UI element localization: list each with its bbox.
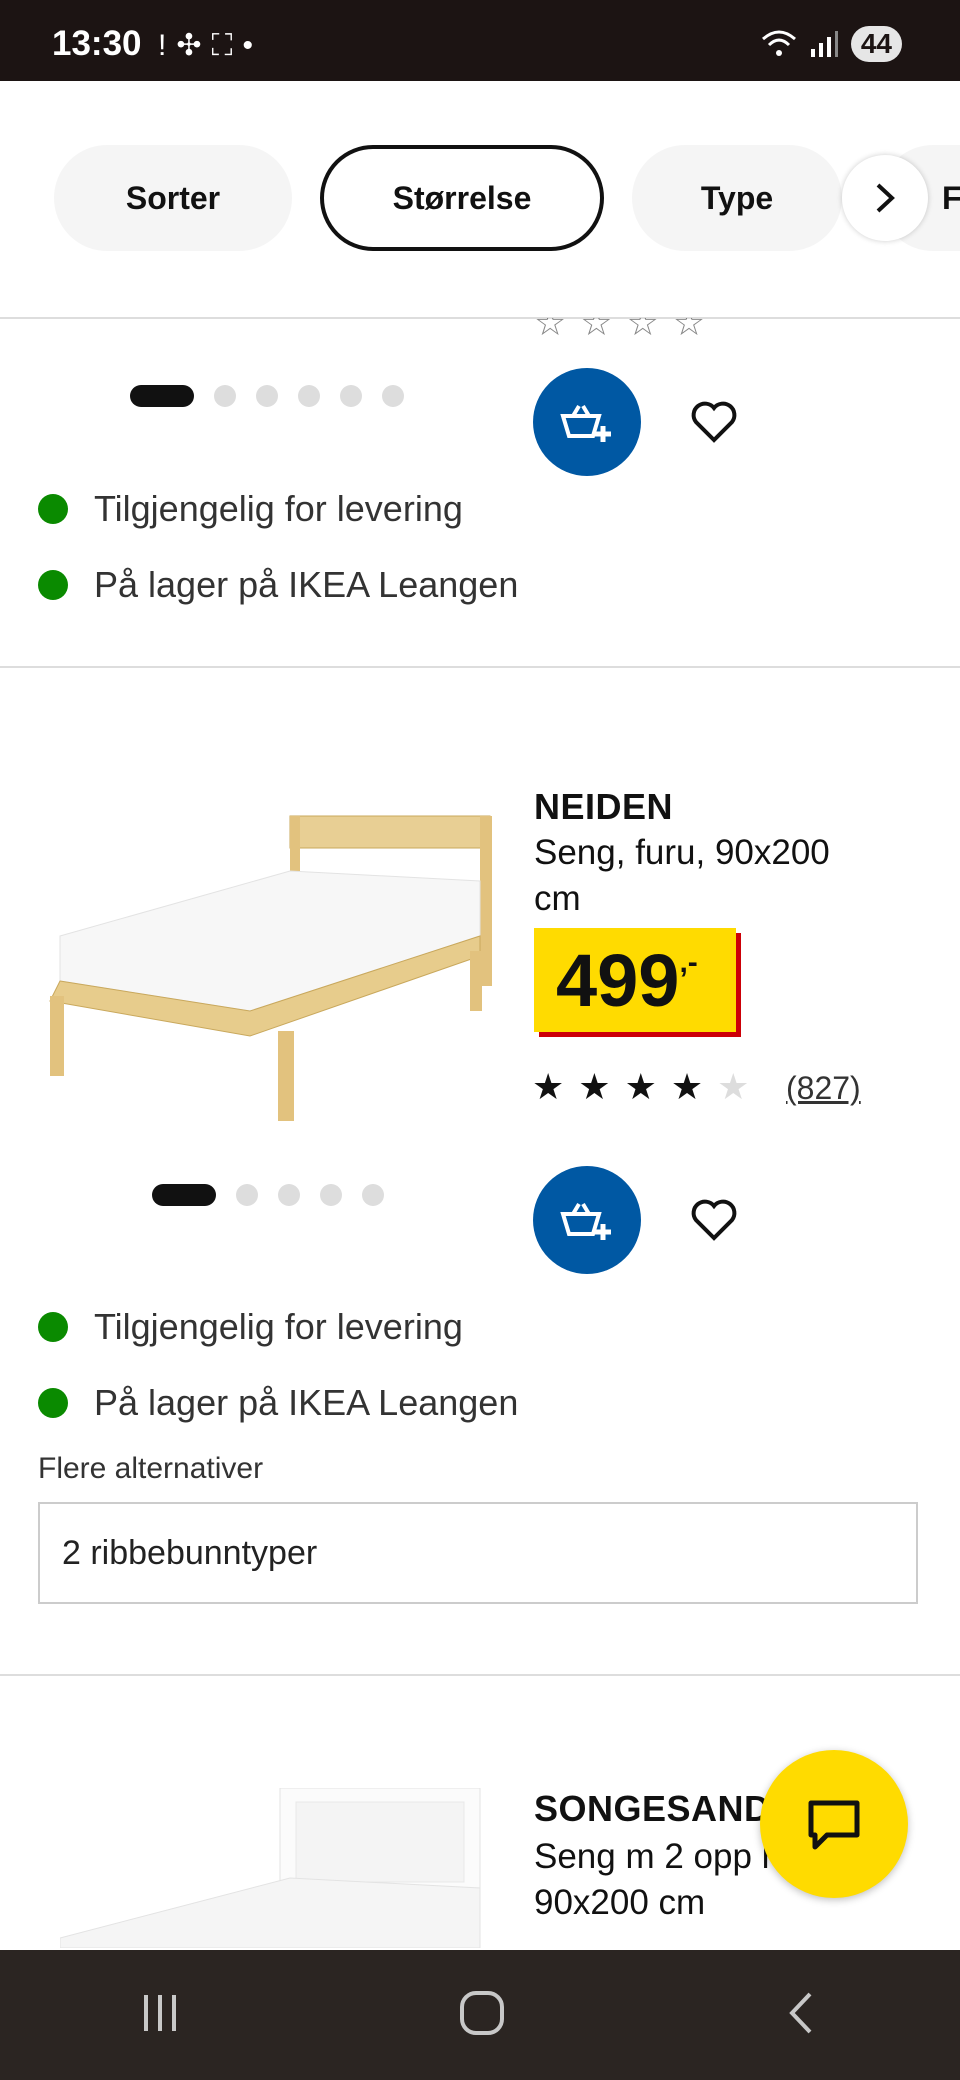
add-to-cart-button[interactable] — [533, 368, 641, 476]
notification-alert-icon: ! — [158, 28, 167, 62]
availability-list: Tilgjengelig for levering På lager på IK… — [38, 488, 518, 606]
screenshot-icon: ⛶ — [211, 28, 233, 62]
availability-store: På lager på IKEA Leangen — [38, 564, 518, 606]
rating-stars-partial: ☆ ☆ ☆ ☆ — [534, 318, 705, 344]
availability-store: På lager på IKEA Leangen — [38, 1382, 518, 1424]
home-icon — [459, 1990, 504, 2035]
carousel-dot[interactable] — [382, 385, 404, 407]
carousel-dot[interactable] — [320, 1184, 342, 1206]
review-count-link[interactable]: (827) — [786, 1070, 861, 1107]
product-card-neiden[interactable]: NEIDEN Seng, furu, 90x200 cm 499 ,- ★ ★ … — [0, 666, 960, 1676]
fan-icon: ✣ — [176, 29, 202, 62]
filter-next-button[interactable] — [842, 155, 928, 241]
price-integer: 499 — [556, 939, 680, 1022]
status-dot-green — [38, 1312, 68, 1342]
status-bar: 13:30 ! ✣ ⛶ • 44 — [0, 0, 960, 81]
star-icon: ☆ — [534, 318, 567, 343]
carousel-dot[interactable] — [362, 1184, 384, 1206]
product-name[interactable]: NEIDEN — [534, 786, 673, 828]
chat-button[interactable] — [760, 1750, 908, 1898]
chip-type[interactable]: Type — [632, 145, 842, 251]
product-description[interactable]: Seng, furu, 90x200 cm — [534, 830, 874, 922]
product-list: ☆ ☆ ☆ ☆ Tilgjengelig for levering På lag… — [0, 318, 960, 1950]
carousel-dot[interactable] — [152, 1184, 216, 1206]
filter-bar: Sorter Størrelse Type F — [0, 81, 960, 319]
chevron-right-icon — [876, 183, 895, 213]
carousel-dot[interactable] — [340, 385, 362, 407]
chip-sorter[interactable]: Sorter — [54, 145, 292, 251]
recent-apps-icon — [143, 1994, 176, 2031]
favorite-button[interactable] — [684, 392, 744, 452]
star-icon: ☆ — [580, 318, 613, 343]
alternatives-label: Flere alternativer — [38, 1452, 264, 1485]
product-image[interactable] — [40, 786, 500, 1126]
status-time: 13:30 — [52, 24, 142, 63]
wifi-icon — [761, 30, 796, 56]
add-to-cart-button[interactable] — [533, 1166, 641, 1274]
home-button[interactable] — [457, 1988, 507, 2043]
heart-icon — [691, 1199, 737, 1241]
product-name[interactable]: SONGESAND — [534, 1788, 771, 1830]
price-tag: 499 ,- — [534, 928, 736, 1032]
dot-icon: • — [242, 28, 253, 62]
price-suffix: ,- — [679, 946, 698, 979]
availability-delivery: Tilgjengelig for levering — [38, 1306, 518, 1348]
status-dot-green — [38, 494, 68, 524]
carousel-dot[interactable] — [256, 385, 278, 407]
availability-delivery: Tilgjengelig for levering — [38, 488, 518, 530]
cart-add-icon — [560, 1202, 611, 1240]
system-icons: 44 — [761, 26, 902, 62]
carousel-dot[interactable] — [130, 385, 194, 407]
carousel-dot[interactable] — [278, 1184, 300, 1206]
heart-icon — [691, 401, 737, 443]
signal-icon — [810, 31, 838, 57]
star-icon: ★ — [578, 1066, 611, 1107]
image-carousel-dots[interactable] — [130, 385, 404, 407]
carousel-dot[interactable] — [236, 1184, 258, 1206]
alternatives-selector[interactable]: 2 ribbebunntyper — [38, 1502, 918, 1604]
star-icon: ☆ — [626, 318, 659, 343]
rating-stars: ★ ★ ★ ★ ★ — [532, 1066, 749, 1108]
carousel-dot[interactable] — [214, 385, 236, 407]
chip-storrelse[interactable]: Størrelse — [320, 145, 604, 251]
star-icon: ★ — [624, 1066, 657, 1107]
back-button[interactable] — [782, 1988, 822, 2043]
image-carousel-dots[interactable] — [152, 1184, 384, 1206]
notification-icons: ! ✣ ⛶ • — [158, 28, 253, 63]
status-dot-green — [38, 1388, 68, 1418]
favorite-button[interactable] — [684, 1190, 744, 1250]
star-empty-icon: ★ — [717, 1066, 750, 1107]
availability-list: Tilgjengelig for levering På lager på IK… — [38, 1306, 518, 1424]
system-nav-bar — [0, 1950, 960, 2080]
star-icon: ★ — [670, 1066, 704, 1107]
carousel-dot[interactable] — [298, 385, 320, 407]
star-icon: ★ — [532, 1066, 565, 1107]
star-icon: ☆ — [672, 318, 706, 343]
product-image[interactable] — [60, 1788, 490, 1948]
status-dot-green — [38, 570, 68, 600]
chat-icon — [808, 1800, 860, 1850]
back-icon — [789, 1992, 812, 2033]
cart-add-icon — [560, 404, 611, 442]
recent-apps-button[interactable] — [138, 1991, 182, 2040]
battery-indicator: 44 — [850, 26, 902, 62]
product-card-previous: ☆ ☆ ☆ ☆ Tilgjengelig for levering På lag… — [0, 318, 960, 668]
